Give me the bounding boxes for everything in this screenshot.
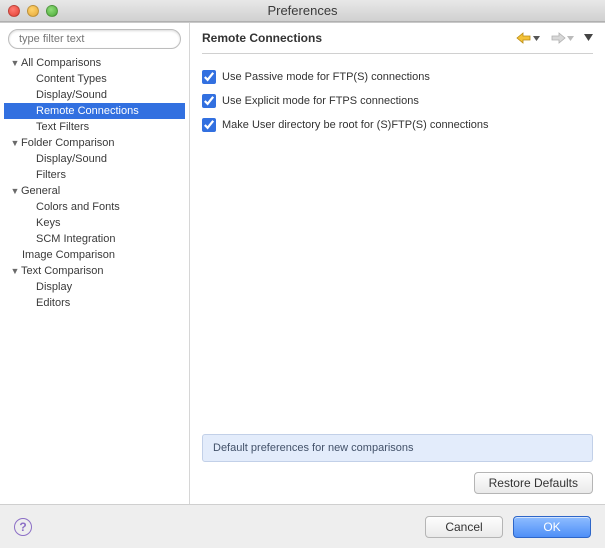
tree-item-label: Text Comparison bbox=[21, 265, 104, 277]
disclosure-triangle-icon[interactable]: ▼ bbox=[10, 186, 20, 196]
tree-item-label: Filters bbox=[36, 169, 66, 181]
tree-item[interactable]: Image Comparison bbox=[4, 247, 185, 263]
tree-item-label: General bbox=[21, 185, 60, 197]
tree-item[interactable]: ▼All Comparisons bbox=[4, 55, 185, 71]
tree-item[interactable]: Filters bbox=[4, 167, 185, 183]
panel-footer: Default preferences for new comparisons … bbox=[190, 434, 605, 504]
window-title: Preferences bbox=[0, 3, 605, 18]
main-panel: Remote Connections bbox=[190, 23, 605, 504]
chevron-down-icon bbox=[533, 36, 540, 41]
zoom-window-button[interactable] bbox=[46, 5, 58, 17]
preferences-tree[interactable]: ▼All ComparisonsContent TypesDisplay/Sou… bbox=[4, 55, 185, 498]
option-label: Make User directory be root for (S)FTP(S… bbox=[222, 119, 489, 131]
tree-item-label: Display/Sound bbox=[36, 153, 107, 165]
tree-item[interactable]: Content Types bbox=[4, 71, 185, 87]
filter-container bbox=[8, 29, 181, 49]
tree-item-label: Remote Connections bbox=[36, 105, 139, 117]
tree-item-label: Text Filters bbox=[36, 121, 89, 133]
panel-menu-button[interactable] bbox=[584, 32, 593, 44]
option-checkbox[interactable] bbox=[202, 94, 216, 108]
tree-item-label: Colors and Fonts bbox=[36, 201, 120, 213]
tree-item-label: Image Comparison bbox=[22, 249, 115, 261]
sidebar: ▼All ComparisonsContent TypesDisplay/Sou… bbox=[0, 23, 190, 504]
nav-back-button[interactable] bbox=[516, 31, 540, 45]
tree-item-label: All Comparisons bbox=[21, 57, 101, 69]
tree-item-label: Keys bbox=[36, 217, 60, 229]
tree-item[interactable]: Display/Sound bbox=[4, 87, 185, 103]
tree-item[interactable]: Colors and Fonts bbox=[4, 199, 185, 215]
titlebar: Preferences bbox=[0, 0, 605, 22]
menu-triangle-icon bbox=[584, 34, 593, 41]
tree-item[interactable]: Display bbox=[4, 279, 185, 295]
dialog-footer: ? Cancel OK bbox=[0, 504, 605, 548]
panel-header: Remote Connections bbox=[190, 23, 605, 45]
nav-buttons bbox=[516, 31, 593, 45]
option-row[interactable]: Use Passive mode for FTP(S) connections bbox=[202, 70, 593, 84]
tree-item[interactable]: ▼General bbox=[4, 183, 185, 199]
chevron-down-icon bbox=[567, 36, 574, 41]
restore-defaults-button[interactable]: Restore Defaults bbox=[474, 472, 593, 494]
tree-item[interactable]: Editors bbox=[4, 295, 185, 311]
window-controls bbox=[8, 5, 58, 17]
help-button[interactable]: ? bbox=[14, 518, 32, 536]
tree-item-label: Display bbox=[36, 281, 72, 293]
tree-item-label: Content Types bbox=[36, 73, 107, 85]
close-window-button[interactable] bbox=[8, 5, 20, 17]
tree-item[interactable]: ▼Folder Comparison bbox=[4, 135, 185, 151]
nav-forward-button[interactable] bbox=[550, 31, 574, 45]
tree-item-label: Display/Sound bbox=[36, 89, 107, 101]
arrow-right-icon bbox=[550, 31, 566, 45]
disclosure-triangle-icon[interactable]: ▼ bbox=[10, 138, 20, 148]
tree-item[interactable]: Text Filters bbox=[4, 119, 185, 135]
minimize-window-button[interactable] bbox=[27, 5, 39, 17]
disclosure-triangle-icon[interactable]: ▼ bbox=[10, 266, 20, 276]
tree-item-label: SCM Integration bbox=[36, 233, 115, 245]
option-row[interactable]: Make User directory be root for (S)FTP(S… bbox=[202, 118, 593, 132]
tree-item[interactable]: SCM Integration bbox=[4, 231, 185, 247]
info-banner: Default preferences for new comparisons bbox=[202, 434, 593, 462]
option-label: Use Passive mode for FTP(S) connections bbox=[222, 71, 430, 83]
tree-item[interactable]: ▼Text Comparison bbox=[4, 263, 185, 279]
tree-item[interactable]: Display/Sound bbox=[4, 151, 185, 167]
tree-item[interactable]: Remote Connections bbox=[4, 103, 185, 119]
panel-heading: Remote Connections bbox=[202, 31, 322, 45]
content-area: ▼All ComparisonsContent TypesDisplay/Sou… bbox=[0, 22, 605, 504]
tree-item-label: Folder Comparison bbox=[21, 137, 115, 149]
tree-item-label: Editors bbox=[36, 297, 70, 309]
ok-button[interactable]: OK bbox=[513, 516, 591, 538]
options-list: Use Passive mode for FTP(S) connections U… bbox=[190, 54, 605, 148]
option-checkbox[interactable] bbox=[202, 118, 216, 132]
cancel-button[interactable]: Cancel bbox=[425, 516, 503, 538]
option-label: Use Explicit mode for FTPS connections bbox=[222, 95, 419, 107]
option-checkbox[interactable] bbox=[202, 70, 216, 84]
filter-input[interactable] bbox=[8, 29, 181, 49]
tree-item[interactable]: Keys bbox=[4, 215, 185, 231]
option-row[interactable]: Use Explicit mode for FTPS connections bbox=[202, 94, 593, 108]
disclosure-triangle-icon[interactable]: ▼ bbox=[10, 58, 20, 68]
arrow-left-icon bbox=[516, 31, 532, 45]
